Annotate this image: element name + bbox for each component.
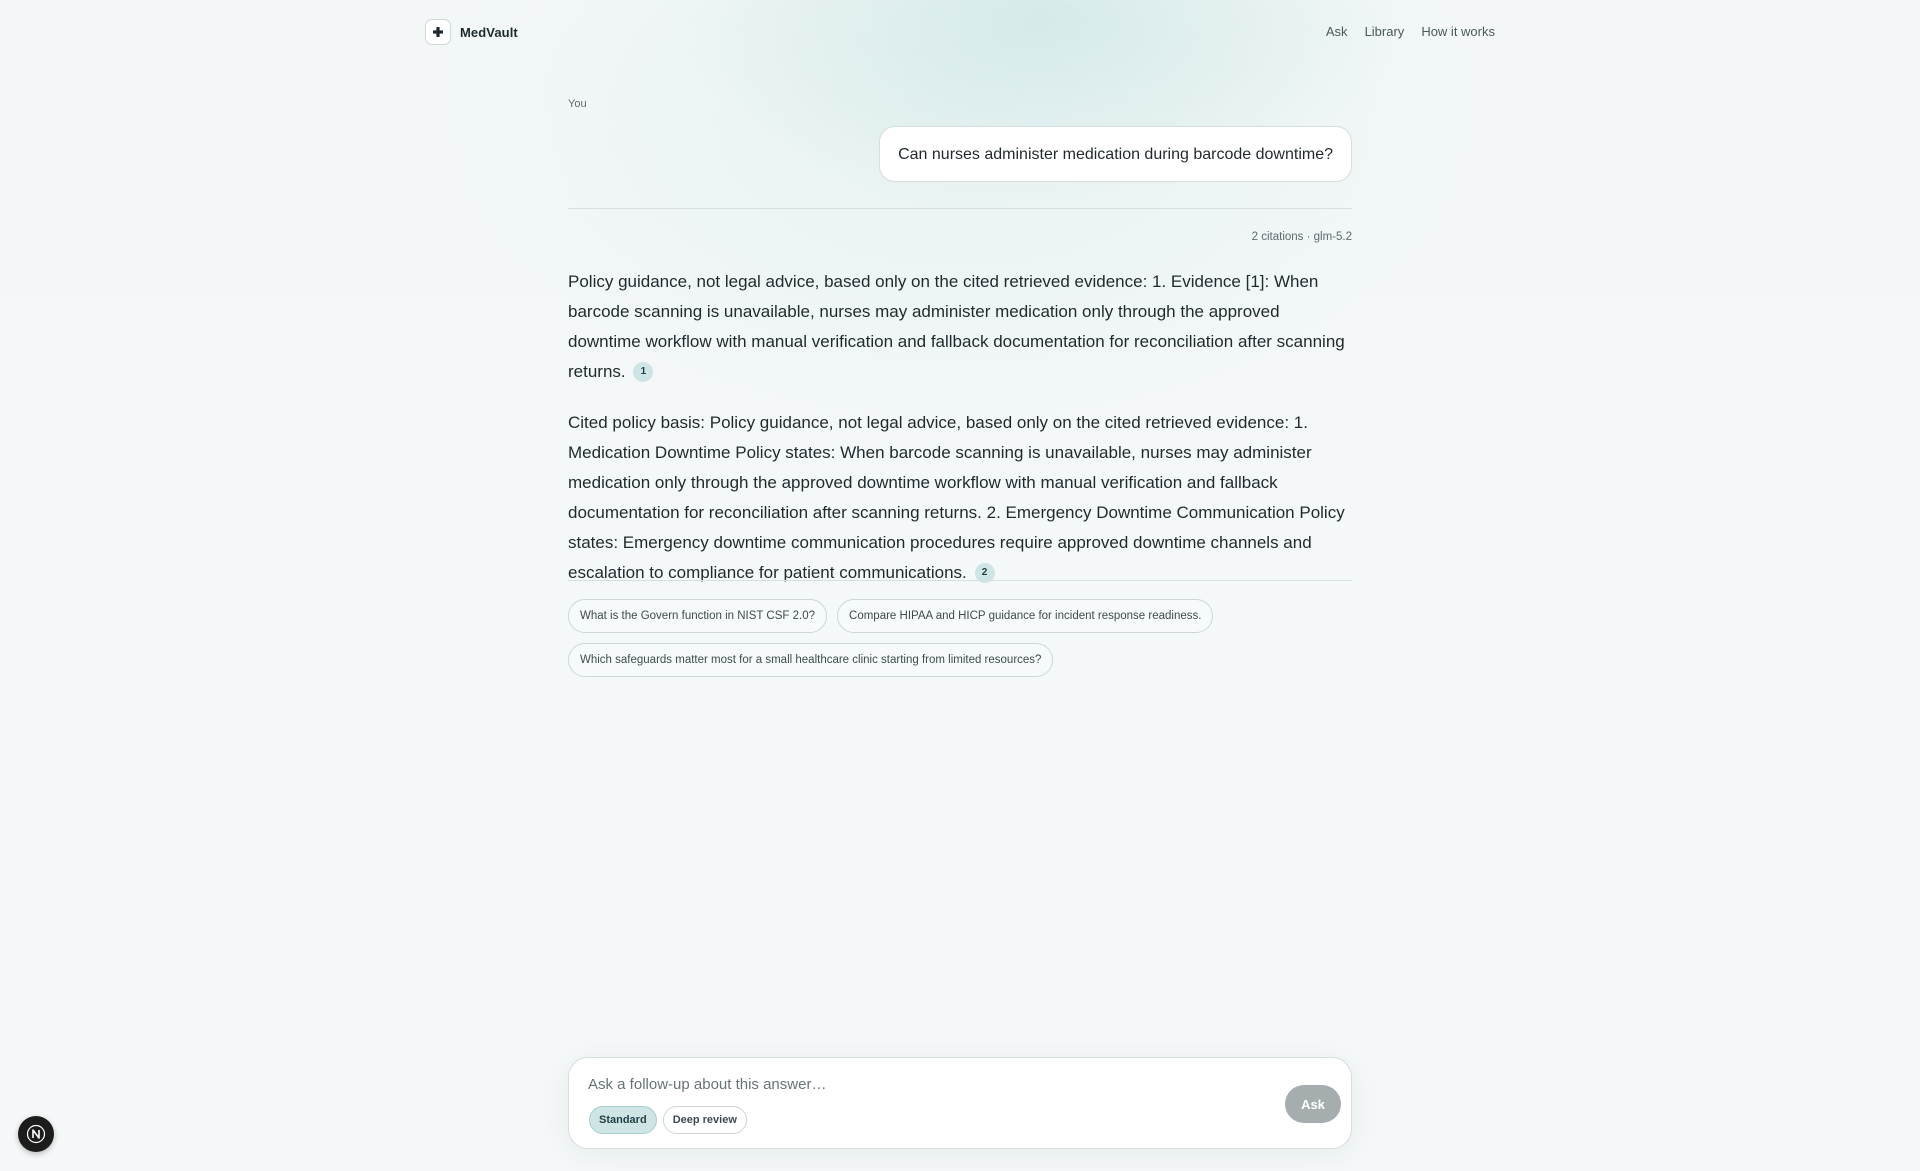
- suggested-questions: What is the Govern function in NIST CSF …: [568, 599, 1352, 677]
- mode-standard[interactable]: Standard: [589, 1106, 657, 1134]
- brand-name: MedVault: [460, 24, 518, 40]
- suggestion-chip[interactable]: What is the Govern function in NIST CSF …: [568, 599, 828, 633]
- follow-up-input[interactable]: [588, 1072, 1248, 1096]
- divider: [568, 208, 1352, 209]
- composer: Standard Deep review Ask: [568, 1057, 1352, 1149]
- brand[interactable]: MedVault: [425, 19, 518, 45]
- suggestion-chip[interactable]: Which safeguards matter most for a small…: [568, 643, 1054, 677]
- dev-tools-badge[interactable]: [18, 1116, 54, 1152]
- user-message: Can nurses administer medication during …: [879, 126, 1352, 182]
- nav-ask[interactable]: Ask: [1326, 24, 1348, 39]
- divider: [568, 580, 1352, 581]
- top-nav: Ask Library How it works: [1326, 24, 1495, 39]
- mode-toggle: Standard Deep review: [589, 1106, 747, 1134]
- user-label: You: [568, 98, 587, 110]
- user-message-row: Can nurses administer medication during …: [568, 126, 1352, 182]
- answer-paragraph-text: Policy guidance, not legal advice, based…: [568, 272, 1345, 381]
- suggestion-chip[interactable]: Compare HIPAA and HICP guidance for inci…: [837, 599, 1214, 633]
- citation-badge[interactable]: 1: [633, 361, 654, 382]
- answer-paragraph-text: Cited policy basis: Policy guidance, not…: [568, 413, 1345, 582]
- answer-body: Policy guidance, not legal advice, based…: [568, 267, 1352, 609]
- answer-meta: 2 citations · glm-5.2: [1251, 231, 1352, 243]
- nav-library[interactable]: Library: [1365, 24, 1405, 39]
- ask-button[interactable]: Ask: [1285, 1085, 1341, 1123]
- answer-paragraph: Cited policy basis: Policy guidance, not…: [568, 408, 1352, 588]
- answer-paragraph: Policy guidance, not legal advice, based…: [568, 267, 1352, 387]
- nav-how-it-works[interactable]: How it works: [1421, 24, 1495, 39]
- plus-icon: [425, 19, 451, 45]
- top-header: MedVault Ask Library How it works: [0, 0, 1920, 64]
- n-logo-icon: [26, 1124, 46, 1144]
- mode-deep-review[interactable]: Deep review: [662, 1106, 747, 1134]
